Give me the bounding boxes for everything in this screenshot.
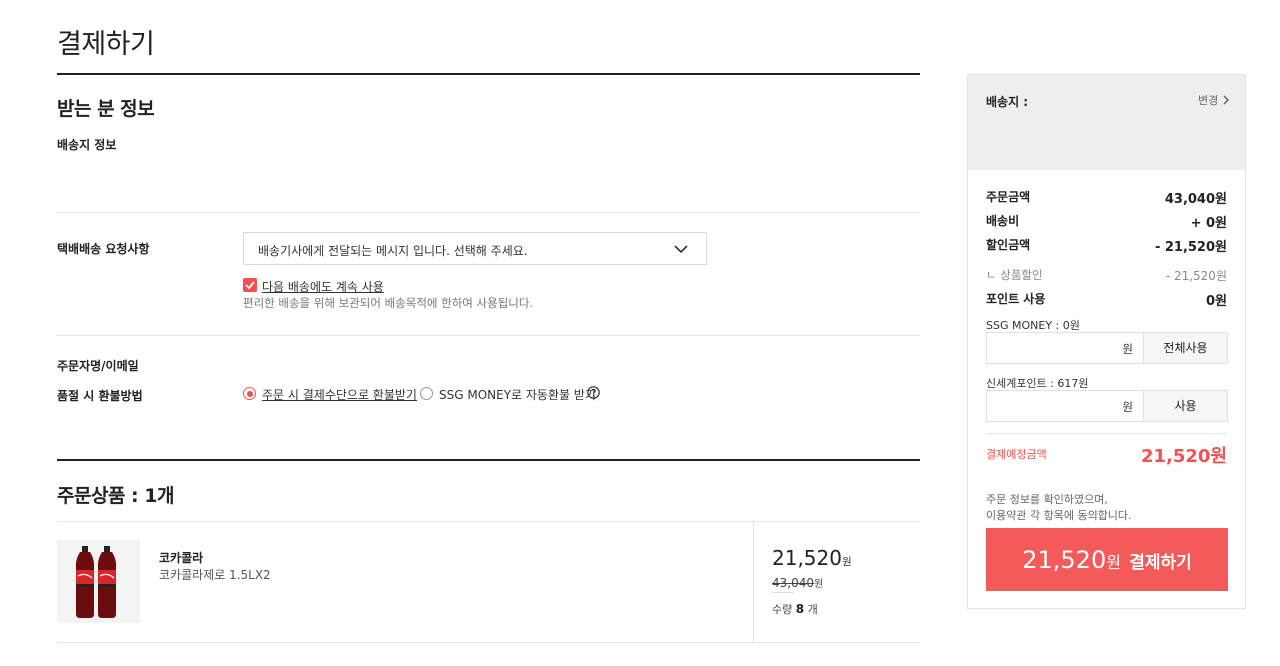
keep-address-label[interactable]: 다음 배송에도 계속 사용 — [262, 278, 384, 295]
product-original-price-value: 43,040 — [772, 576, 814, 590]
delivery-request-value: 배송기사에게 전달되는 메시지 입니다. 선택해 주세요. — [258, 244, 528, 258]
agreement-text-line1: 주문 정보를 확인하였으며, — [986, 493, 1108, 506]
delivery-request-select[interactable]: 배송기사에게 전달되는 메시지 입니다. 선택해 주세요. — [243, 232, 707, 265]
agreement-text-line2: 이용약관 각 항목에 동의합니다. — [986, 509, 1132, 522]
product-discount-label: ㄴ 상품할인 — [986, 268, 1043, 282]
pay-unit: 원 — [1106, 552, 1121, 572]
shipping-address-label: 배송지 : — [986, 95, 1029, 109]
discount-row: 할인금액 - 21,520원 — [986, 236, 1227, 255]
keep-address-help: 편리한 배송을 위해 보관되어 배송목적에 한하여 사용됩니다. — [243, 296, 534, 310]
divider — [57, 212, 920, 213]
shipping-fee-value: + 0원 — [1190, 216, 1227, 231]
discount-label: 할인금액 — [986, 238, 1031, 252]
pay-label: 결제하기 — [1129, 552, 1192, 573]
product-price-unit: 원 — [841, 556, 852, 568]
page-title: 결제하기 — [57, 29, 155, 60]
product-image[interactable] — [57, 540, 140, 623]
check-icon — [245, 281, 255, 290]
ssg-money-label: SSG MONEY : 0원 — [986, 319, 1080, 332]
product-original-price: 43,040원 — [772, 572, 823, 591]
points-label: 포인트 사용 — [986, 292, 1046, 306]
product-price: 21,520원 — [772, 546, 852, 570]
divider — [57, 521, 920, 522]
keep-address-checkbox[interactable] — [243, 278, 257, 292]
order-amount-row: 주문금액 43,040원 — [986, 188, 1227, 207]
shinsegae-point-input[interactable]: 원 — [986, 390, 1144, 422]
product-original-price-unit: 원 — [814, 579, 824, 590]
order-amount-value: 43,040원 — [1164, 192, 1227, 207]
divider — [57, 642, 920, 643]
refund-option-ssgmoney-label[interactable]: SSG MONEY로 자동환불 받기 — [439, 386, 596, 403]
shipping-fee-label: 배송비 — [986, 214, 1020, 228]
orderer-label: 주문자명/이메일 — [57, 359, 139, 373]
divider — [753, 521, 754, 643]
expected-payment-amount: 21,520원 — [1140, 446, 1227, 467]
help-circle-icon[interactable] — [587, 386, 600, 399]
ssg-money-input[interactable]: 원 — [986, 332, 1144, 364]
refund-option-ssgmoney-radio[interactable] — [420, 387, 433, 400]
ssg-money-use-all-button[interactable]: 전체사용 — [1143, 332, 1228, 364]
quantity-value: 8 — [795, 602, 805, 616]
order-amount-label: 주문금액 — [986, 190, 1031, 204]
quantity-label: 수량 — [772, 603, 793, 616]
product-price-value: 21,520 — [772, 546, 842, 570]
request-label: 택배배송 요청사항 — [57, 242, 150, 256]
shipping-address-box: 배송지 : 변경 — [968, 75, 1245, 170]
shinsegae-point-unit: 원 — [1122, 400, 1133, 414]
product-quantity: 수량 8 개 — [772, 601, 818, 617]
pay-amount: 21,520 — [1022, 545, 1107, 574]
shinsegae-point-use-button[interactable]: 사용 — [1143, 390, 1228, 422]
product-brand[interactable]: 코카콜라 — [159, 549, 203, 566]
discount-value: - 21,520원 — [1154, 240, 1227, 255]
product-name[interactable]: 코카콜라제로 1.5LX2 — [159, 566, 271, 583]
divider — [772, 592, 794, 593]
refund-option-payment-radio[interactable] — [243, 387, 256, 400]
chevron-right-icon — [1223, 95, 1229, 105]
refund-option-payment-label[interactable]: 주문 시 결제수단으로 환불받기 — [262, 386, 417, 403]
chevron-down-icon — [674, 245, 688, 254]
section-divider — [57, 73, 920, 75]
points-row: 포인트 사용 0원 — [986, 290, 1227, 309]
products-section-title: 주문상품 : 1개 — [57, 485, 174, 507]
coca-cola-bottles-image — [57, 540, 140, 623]
change-address-label: 변경 — [1198, 94, 1219, 107]
product-discount-row: ㄴ 상품할인 - 21,520원 — [986, 267, 1227, 285]
points-value: 0원 — [1205, 294, 1227, 309]
quantity-unit: 개 — [807, 603, 818, 616]
shipping-fee-row: 배송비 + 0원 — [986, 212, 1227, 231]
address-label: 배송지 정보 — [57, 138, 117, 152]
pay-button[interactable]: 21,520원 결제하기 — [986, 528, 1228, 591]
product-discount-value: - 21,520원 — [1165, 269, 1227, 283]
expected-payment-label: 결제예정금액 — [986, 448, 1047, 461]
order-summary-panel: 배송지 : 변경 주문금액 43,040원 배송비 + 0원 할인금액 - 21… — [967, 74, 1246, 609]
change-address-link[interactable]: 변경 — [1198, 92, 1230, 108]
section-divider — [57, 459, 920, 461]
divider — [57, 335, 920, 336]
ssg-money-unit: 원 — [1122, 342, 1133, 356]
refund-label: 품절 시 환불방법 — [57, 389, 143, 403]
recipient-section-title: 받는 분 정보 — [57, 98, 155, 120]
divider — [986, 433, 1227, 434]
shinsegae-point-label: 신세계포인트 : 617원 — [986, 377, 1089, 390]
